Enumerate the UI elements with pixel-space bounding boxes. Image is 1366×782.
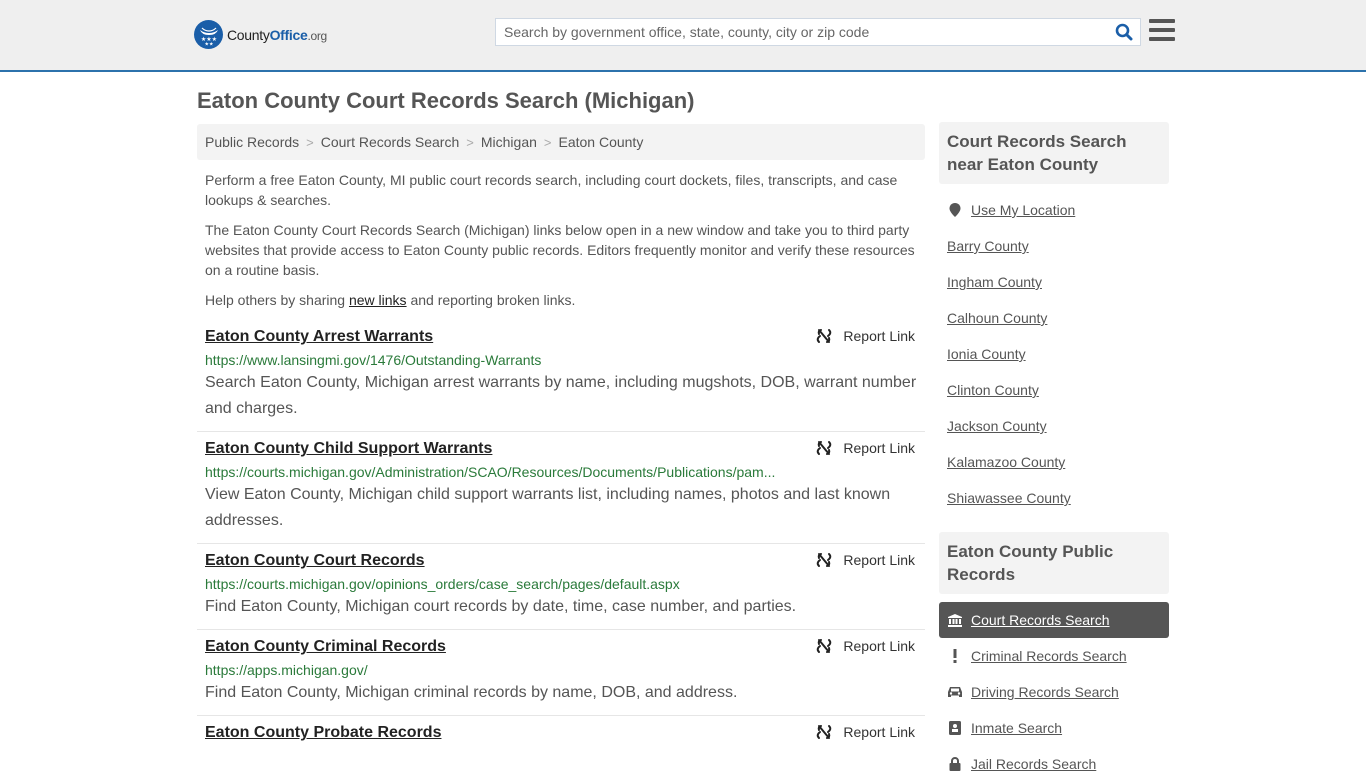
result-url: https://courts.michigan.gov/Administrati… [205,464,776,480]
result-title-link[interactable]: Eaton County Criminal Records [205,636,446,658]
page-title: Eaton County Court Records Search (Michi… [197,88,695,113]
nearby-county-link[interactable]: Calhoun County [947,310,1047,326]
intro-paragraph: The Eaton County Court Records Search (M… [205,222,915,278]
exclamation-icon [947,649,963,663]
breadcrumb-eaton-county[interactable]: Eaton County [558,134,643,150]
result-title-link[interactable]: Eaton County Arrest Warrants [205,326,433,348]
result-item: Eaton County Arrest Warrants Report Link… [197,320,925,432]
report-link-button[interactable]: Report Link [816,552,915,568]
nearby-county-item: Barry County [947,228,1169,264]
broken-link-icon [817,725,832,739]
help-paragraph: Help others by sharing new links and rep… [205,292,576,308]
new-links-link[interactable]: new links [349,292,407,308]
logo-text: CountyOffice.org [227,26,327,43]
nearby-county-link[interactable]: Ingham County [947,274,1042,290]
nearby-county-item: Clinton County [947,372,1169,408]
result-description: Search Eaton County, Michigan arrest war… [205,374,917,417]
site-logo[interactable]: ★★★ ★★ CountyOffice.org [194,20,327,49]
breadcrumb-separator: > [466,134,474,150]
menu-bar-icon [1149,28,1175,32]
use-my-location-link[interactable]: Use My Location [971,202,1075,218]
public-records-heading: Eaton County Public Records [939,532,1169,594]
nav-item-driving-records-search[interactable]: Driving Records Search [939,674,1169,710]
results-list: Eaton County Arrest Warrants Report Link… [197,320,925,753]
result-url: https://www.lansingmi.gov/1476/Outstandi… [205,352,542,368]
nearby-heading: Court Records Search near Eaton County [939,122,1169,184]
intro-paragraph: Perform a free Eaton County, MI public c… [205,172,898,208]
nearby-county-link[interactable]: Ionia County [947,346,1026,362]
nav-link[interactable]: Jail Records Search [971,756,1096,772]
report-link-button[interactable]: Report Link [816,724,915,740]
nav-link[interactable]: Criminal Records Search [971,648,1127,664]
nav-link[interactable]: Court Records Search [971,612,1110,628]
breadcrumb-separator: > [543,134,552,150]
breadcrumb-michigan[interactable]: Michigan [481,134,537,150]
sidebar: Court Records Search near Eaton County U… [939,122,1169,782]
breadcrumb-public-records[interactable]: Public Records [205,134,299,150]
broken-link-icon [817,329,832,343]
result-description: Find Eaton County, Michigan criminal rec… [205,684,738,701]
use-my-location-item: Use My Location [947,192,1169,228]
nearby-county-link[interactable]: Kalamazoo County [947,454,1065,470]
result-description: Find Eaton County, Michigan court record… [205,598,797,615]
broken-link-icon [817,639,832,653]
result-item: Eaton County Child Support Warrants Repo… [197,432,925,544]
search-icon [1115,23,1133,41]
nearby-county-link[interactable]: Jackson County [947,418,1047,434]
result-title-link[interactable]: Eaton County Probate Records [205,722,441,744]
nearby-county-item: Kalamazoo County [947,444,1169,480]
eagle-logo-icon: ★★★ ★★ [194,20,223,49]
nav-item-court-records-search[interactable]: Court Records Search [939,602,1169,638]
id-badge-icon [947,721,963,735]
breadcrumb-separator: > [306,134,314,150]
nearby-list: Use My Location Barry County Ingham Coun… [939,184,1169,524]
nav-link[interactable]: Driving Records Search [971,684,1119,700]
nav-link[interactable]: Inmate Search [971,720,1062,736]
result-item: Eaton County Court Records Report Link h… [197,544,925,630]
nearby-county-link[interactable]: Shiawassee County [947,490,1071,506]
search-button[interactable] [1108,19,1140,45]
nearby-county-link[interactable]: Barry County [947,238,1029,254]
car-icon [947,686,963,698]
site-header: ★★★ ★★ CountyOffice.org [0,0,1366,72]
breadcrumb: Public Records > Court Records Search > … [197,124,925,160]
nearby-county-item: Calhoun County [947,300,1169,336]
result-description: View Eaton County, Michigan child suppor… [205,486,891,529]
nearby-county-link[interactable]: Clinton County [947,382,1039,398]
result-url: https://courts.michigan.gov/opinions_ord… [205,576,680,592]
main-content: Public Records > Court Records Search > … [197,124,925,753]
nav-item-inmate-search[interactable]: Inmate Search [939,710,1169,746]
search-bar [495,18,1141,46]
public-records-nav: Court Records Search Criminal Records Se… [939,594,1169,782]
report-link-button[interactable]: Report Link [816,328,915,344]
map-pin-icon [947,203,963,217]
nearby-county-item: Shiawassee County [947,480,1169,516]
result-item: Eaton County Criminal Records Report Lin… [197,630,925,716]
result-title-link[interactable]: Eaton County Court Records [205,550,425,572]
nearby-county-item: Ionia County [947,336,1169,372]
broken-link-icon [817,441,832,455]
courthouse-icon [947,613,963,627]
result-url: https://apps.michigan.gov/ [205,662,368,678]
report-link-button[interactable]: Report Link [816,638,915,654]
result-title-link[interactable]: Eaton County Child Support Warrants [205,438,492,460]
report-link-button[interactable]: Report Link [816,440,915,456]
nearby-county-item: Jackson County [947,408,1169,444]
nearby-county-item: Ingham County [947,264,1169,300]
broken-link-icon [817,553,832,567]
menu-bar-icon [1149,19,1175,23]
nav-item-jail-records-search[interactable]: Jail Records Search [939,746,1169,782]
lock-icon [947,757,963,771]
hamburger-menu-button[interactable] [1149,19,1175,43]
nav-item-criminal-records-search[interactable]: Criminal Records Search [939,638,1169,674]
search-input[interactable] [496,19,1108,45]
svg-text:★★: ★★ [204,41,213,46]
menu-bar-icon [1149,37,1175,41]
breadcrumb-court-records-search[interactable]: Court Records Search [321,134,460,150]
intro-text: Perform a free Eaton County, MI public c… [197,160,925,310]
result-item: Eaton County Probate Records Report Link [197,716,925,753]
